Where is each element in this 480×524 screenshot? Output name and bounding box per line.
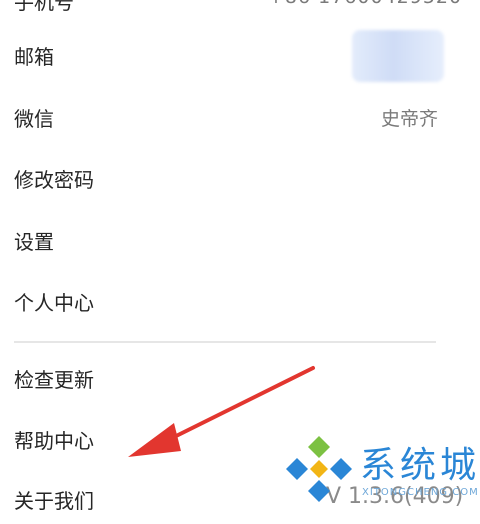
watermark-brand: 系统城 xyxy=(360,445,480,486)
watermark-domain: XITONGCHENG.COM xyxy=(362,487,479,498)
watermark-logo-icon xyxy=(286,436,352,502)
watermark: 系统城 XITONGCHENG.COM xyxy=(286,432,480,510)
